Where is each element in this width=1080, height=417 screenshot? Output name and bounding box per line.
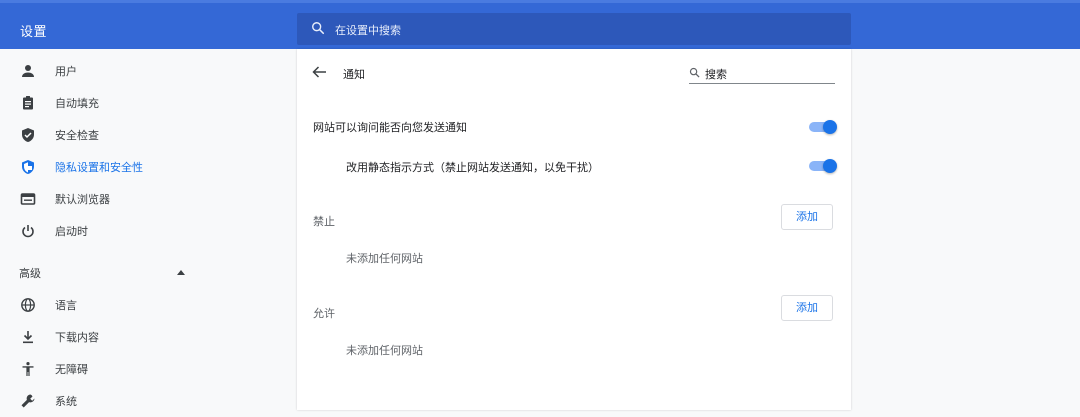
ask-setting-label: 网站可以询问能否向您发送通知 bbox=[313, 121, 467, 134]
wrench-icon bbox=[21, 394, 35, 408]
back-arrow-icon[interactable] bbox=[311, 65, 327, 79]
accessibility-icon bbox=[22, 362, 34, 376]
sidebar-item-on-startup[interactable]: 启动时 bbox=[0, 215, 297, 247]
sidebar-item-languages[interactable]: 语言 bbox=[0, 289, 297, 321]
sidebar-item-label: 安全检查 bbox=[55, 129, 99, 142]
toggle-knob bbox=[823, 159, 837, 173]
search-icon bbox=[312, 22, 325, 35]
app-title: 设置 bbox=[20, 25, 48, 40]
download-icon bbox=[23, 331, 33, 344]
sidebar-item-label: 自动填充 bbox=[55, 97, 99, 110]
sidebar: 用户 自动填充 安全检查 隐私设置和安全性 默认浏览器 启动时 高级 语言 下载… bbox=[0, 49, 297, 410]
power-icon bbox=[22, 225, 34, 238]
settings-search-box[interactable]: 在设置中搜索 bbox=[297, 13, 851, 45]
search-icon bbox=[689, 67, 700, 78]
chevron-up-icon[interactable] bbox=[177, 269, 185, 275]
block-add-button[interactable]: 添加 bbox=[781, 204, 833, 230]
block-empty-text: 未添加任何网站 bbox=[346, 252, 423, 265]
page-title: 通知 bbox=[343, 68, 365, 81]
allow-section-heading: 允许 bbox=[313, 307, 335, 320]
sidebar-item-label: 无障碍 bbox=[55, 363, 88, 376]
advanced-section-toggle[interactable]: 高级 bbox=[19, 265, 41, 281]
search-placeholder: 在设置中搜索 bbox=[335, 24, 401, 37]
sidebar-item-label: 语言 bbox=[55, 299, 77, 312]
sidebar-item-safety-check[interactable]: 安全检查 bbox=[0, 119, 297, 151]
top-bar: 设置 在设置中搜索 bbox=[0, 0, 1080, 49]
globe-icon bbox=[21, 298, 35, 312]
sidebar-item-accessibility[interactable]: 无障碍 bbox=[0, 353, 297, 385]
toggle-knob bbox=[823, 120, 837, 134]
ask-setting-toggle[interactable] bbox=[809, 120, 837, 134]
quiet-setting-label: 改用静态指示方式（禁止网站发送通知，以免干扰） bbox=[346, 161, 599, 174]
quiet-setting-toggle[interactable] bbox=[809, 159, 837, 173]
sidebar-item-label: 隐私设置和安全性 bbox=[55, 161, 143, 174]
allow-add-button[interactable]: 添加 bbox=[781, 295, 833, 321]
shield-check-icon bbox=[22, 128, 34, 142]
sidebar-item-user[interactable]: 用户 bbox=[0, 55, 297, 87]
sidebar-item-label: 默认浏览器 bbox=[55, 193, 110, 206]
allow-empty-text: 未添加任何网站 bbox=[346, 344, 423, 357]
sidebar-item-label: 用户 bbox=[55, 65, 77, 78]
sidebar-item-privacy[interactable]: 隐私设置和安全性 bbox=[0, 151, 297, 183]
page-search-field[interactable]: 搜索 bbox=[689, 63, 835, 84]
privacy-shield-icon bbox=[22, 160, 34, 174]
notifications-card: 通知 搜索 网站可以询问能否向您发送通知 改用静态指示方式（禁止网站发送通知，以… bbox=[297, 49, 851, 410]
block-section-heading: 禁止 bbox=[313, 215, 335, 228]
clipboard-icon bbox=[23, 96, 33, 110]
sidebar-item-label: 系统 bbox=[55, 395, 77, 408]
page-search-label: 搜索 bbox=[705, 68, 727, 81]
browser-icon bbox=[20, 193, 36, 205]
sidebar-item-downloads[interactable]: 下载内容 bbox=[0, 321, 297, 353]
sidebar-item-label: 下载内容 bbox=[55, 331, 99, 344]
person-icon bbox=[22, 65, 34, 77]
sidebar-item-system[interactable]: 系统 bbox=[0, 385, 297, 417]
sidebar-item-default-browser[interactable]: 默认浏览器 bbox=[0, 183, 297, 215]
sidebar-item-autofill[interactable]: 自动填充 bbox=[0, 87, 297, 119]
sidebar-item-label: 启动时 bbox=[55, 225, 88, 238]
